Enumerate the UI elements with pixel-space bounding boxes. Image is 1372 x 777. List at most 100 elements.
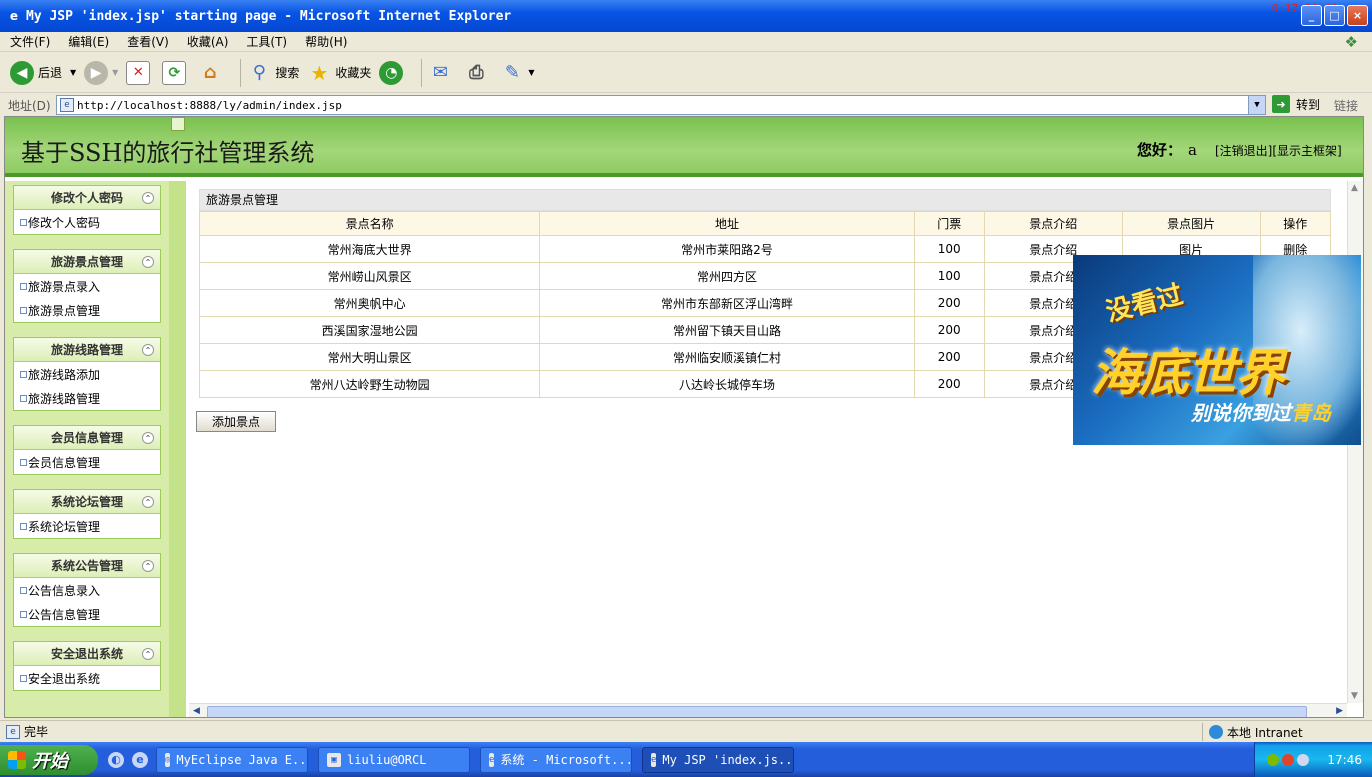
- tray-network-icon[interactable]: [1267, 753, 1279, 766]
- preview-sub-text-a: 别说你到过: [1191, 401, 1291, 425]
- scroll-right-icon[interactable]: ▶: [1336, 706, 1343, 716]
- scroll-down-icon[interactable]: ▼: [1351, 691, 1358, 701]
- sidebar-toggle-button[interactable]: [171, 117, 185, 131]
- edit-button[interactable]: ✎ ▼: [500, 61, 535, 85]
- collapse-icon[interactable]: ⌃: [142, 648, 154, 660]
- cell-name: 常州海底大世界: [198, 235, 541, 263]
- task-database[interactable]: ▣ liuliu@ORCL: [318, 746, 470, 773]
- nav-group-header[interactable]: 安全退出系统 ⌃: [14, 642, 160, 666]
- minimize-button[interactable]: _: [1301, 5, 1322, 26]
- cell-address: 八达岭长城停车场: [539, 370, 915, 398]
- sidebar-divider[interactable]: [169, 181, 186, 717]
- sidebar-item-logout[interactable]: 安全退出系统: [14, 666, 160, 690]
- attraction-image-preview: 没看过 海底世界 别说你到过青岛: [1073, 255, 1361, 445]
- cell-name: 常州崂山风景区: [198, 262, 541, 290]
- task-label: My JSP 'index.js...: [662, 752, 794, 767]
- collapse-icon[interactable]: ⌃: [142, 192, 154, 204]
- show-frame-link[interactable]: [显示主框架]: [1272, 144, 1341, 158]
- go-button[interactable]: ➜ 转到: [1272, 95, 1320, 113]
- address-bar: 地址(D) e http://localhost:8888/ly/admin/i…: [0, 94, 1372, 116]
- task-myeclipse[interactable]: ◎ MyEclipse Java E...: [156, 746, 308, 773]
- search-button[interactable]: ⚲ 搜索: [247, 61, 300, 85]
- window-titlebar[interactable]: e My JSP 'index.jsp' starting page - Mic…: [0, 0, 1372, 32]
- scroll-up-icon[interactable]: ▲: [1351, 183, 1358, 193]
- go-label: 转到: [1296, 97, 1321, 112]
- nav-group-header[interactable]: 会员信息管理 ⌃: [14, 426, 160, 450]
- horizontal-scrollbar[interactable]: ◀ ▶: [189, 703, 1347, 717]
- sidebar-item-route-add[interactable]: 旅游线路添加: [14, 362, 160, 386]
- menu-file[interactable]: 文件(F): [10, 33, 50, 50]
- cell-name: 常州奥帆中心: [198, 289, 541, 317]
- nav-group-header[interactable]: 旅游线路管理 ⌃: [14, 338, 160, 362]
- logout-link[interactable]: [注销退出]: [1215, 144, 1272, 158]
- nav-group-header[interactable]: 修改个人密码 ⌃: [14, 186, 160, 210]
- nav-group-title: 旅游景点管理: [50, 255, 123, 269]
- collapse-icon[interactable]: ⌃: [142, 560, 154, 572]
- tray-app-icon[interactable]: [1282, 753, 1294, 766]
- add-attraction-button[interactable]: 添加景点: [196, 411, 276, 432]
- start-button[interactable]: 开始: [0, 744, 98, 775]
- edit-page-icon: ✎: [504, 62, 520, 83]
- collapse-icon[interactable]: ⌃: [142, 344, 154, 356]
- sidebar-item-route-manage[interactable]: 旅游线路管理: [14, 386, 160, 410]
- ie-icon: e: [9, 9, 19, 23]
- menu-tools[interactable]: 工具(T): [246, 33, 287, 50]
- quicklaunch-ie-icon[interactable]: e: [132, 751, 148, 768]
- page-status-icon: e: [6, 724, 20, 739]
- status-text: 完毕: [24, 725, 49, 739]
- favorites-button[interactable]: ★ 收藏夹: [307, 61, 371, 85]
- sidebar-item-notice-manage[interactable]: 公告信息管理: [14, 602, 160, 626]
- nav-group-header[interactable]: 系统论坛管理 ⌃: [14, 490, 160, 514]
- close-button[interactable]: ×: [1347, 5, 1368, 26]
- quicklaunch-desktop-icon[interactable]: ◐: [108, 751, 124, 768]
- home-button[interactable]: ⌂: [198, 61, 226, 85]
- sidebar-item-attraction-entry[interactable]: 旅游景点录入: [14, 274, 160, 298]
- task-jsp-page[interactable]: e My JSP 'index.js...: [642, 746, 794, 773]
- cell-address: 常州临安顺溪镇仁村: [539, 343, 915, 371]
- menu-help[interactable]: 帮助(H): [305, 33, 347, 50]
- scroll-left-icon[interactable]: ◀: [193, 706, 200, 716]
- edit-dropdown-icon[interactable]: ▼: [528, 68, 534, 77]
- back-button[interactable]: ◀ 后退 ▼: [10, 60, 76, 85]
- nav-group-header[interactable]: 旅游景点管理 ⌃: [14, 250, 160, 274]
- menu-view[interactable]: 查看(V): [127, 33, 169, 50]
- menu-edit[interactable]: 编辑(E): [68, 33, 109, 50]
- column-header: 地址: [539, 211, 915, 236]
- print-button[interactable]: ⎙: [464, 61, 492, 85]
- maximize-button[interactable]: □: [1324, 5, 1345, 26]
- clock: 17:46: [1327, 752, 1362, 767]
- sidebar-item-member-manage[interactable]: 会员信息管理: [14, 450, 160, 474]
- collapse-icon[interactable]: ⌃: [142, 256, 154, 268]
- collapse-icon[interactable]: ⌃: [142, 496, 154, 508]
- column-header: 操作: [1259, 211, 1332, 236]
- nav-group-header[interactable]: 系统公告管理 ⌃: [14, 554, 160, 578]
- nav-group-forum: 系统论坛管理 ⌃ 系统论坛管理: [13, 489, 161, 539]
- sidebar-item-forum-manage[interactable]: 系统论坛管理: [14, 514, 160, 538]
- cell-ticket: 200: [913, 289, 985, 317]
- address-dropdown-icon[interactable]: ▼: [1248, 96, 1265, 114]
- sidebar-item-notice-entry[interactable]: 公告信息录入: [14, 578, 160, 602]
- forward-dropdown-icon[interactable]: ▼: [112, 68, 118, 77]
- cell-ticket: 200: [913, 316, 985, 344]
- system-tray: 17:46: [1254, 742, 1372, 777]
- back-dropdown-icon[interactable]: ▼: [70, 68, 76, 77]
- app-header: 基于SSH的旅行社管理系统 您好： a [注销退出][显示主框架]: [5, 117, 1363, 177]
- forward-button[interactable]: ▶ ▼: [84, 60, 118, 85]
- stop-button[interactable]: ✕: [126, 60, 154, 85]
- preview-main-text: 海底世界: [1091, 344, 1285, 402]
- cell-address: 常州四方区: [539, 262, 915, 290]
- collapse-icon[interactable]: ⌃: [142, 432, 154, 444]
- menu-favorites[interactable]: 收藏(A): [187, 33, 229, 50]
- scrollbar-thumb[interactable]: [207, 706, 1307, 717]
- cell-ticket: 100: [913, 262, 985, 290]
- links-button[interactable]: 链接: [1334, 97, 1358, 114]
- tray-volume-icon[interactable]: [1297, 753, 1309, 766]
- refresh-button[interactable]: ⟳: [162, 60, 190, 85]
- sidebar-item-attraction-manage[interactable]: 旅游景点管理: [14, 298, 160, 322]
- address-input[interactable]: e http://localhost:8888/ly/admin/index.j…: [56, 95, 1266, 115]
- sidebar-item-change-password[interactable]: 修改个人密码: [14, 210, 160, 234]
- mail-button[interactable]: ✉: [428, 61, 456, 85]
- column-header: 景点名称: [198, 211, 541, 236]
- task-system-ie[interactable]: e 系统 - Microsoft...: [480, 746, 632, 773]
- history-button[interactable]: ◔: [379, 60, 407, 85]
